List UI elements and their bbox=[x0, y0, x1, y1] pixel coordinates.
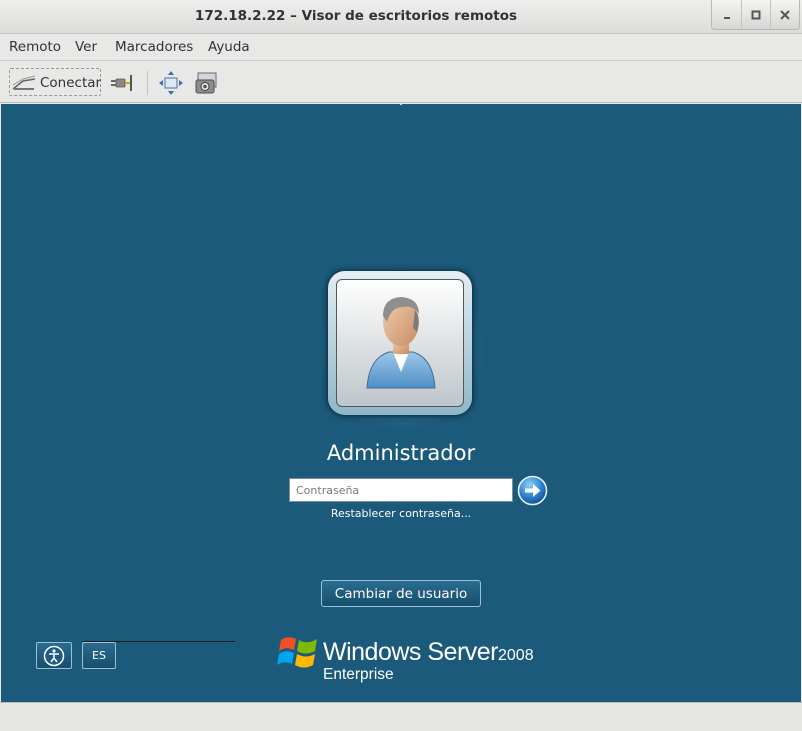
menu-ver[interactable]: Ver bbox=[75, 39, 97, 55]
minimize-button[interactable] bbox=[712, 0, 741, 29]
maximize-icon bbox=[751, 10, 761, 20]
toolbar: Conectar bbox=[0, 60, 802, 103]
windows-flag-logo bbox=[277, 637, 317, 668]
language-button[interactable]: ES bbox=[82, 642, 116, 669]
user-name: Administrador bbox=[326, 441, 476, 465]
close-button[interactable] bbox=[770, 0, 799, 29]
statusbar bbox=[0, 702, 802, 731]
window-controls bbox=[711, 0, 800, 30]
close-icon bbox=[780, 10, 790, 20]
user-tile[interactable] bbox=[327, 270, 473, 416]
product-name: Windows Server2008 bbox=[323, 638, 534, 667]
menu-marcadores[interactable]: Marcadores bbox=[115, 39, 193, 55]
minimize-icon bbox=[723, 17, 730, 19]
maximize-button[interactable] bbox=[741, 0, 770, 29]
remote-cursor-marker bbox=[400, 104, 402, 105]
menu-ayuda[interactable]: Ayuda bbox=[208, 39, 250, 55]
remote-desktop-view[interactable]: Administrador Restablecer contraseña... … bbox=[1, 104, 801, 702]
connect-label: Conectar bbox=[40, 75, 102, 91]
ease-of-access-icon bbox=[43, 645, 65, 666]
user-avatar-icon bbox=[366, 297, 436, 389]
disconnect-plug-icon[interactable] bbox=[108, 70, 134, 96]
ease-of-access-button[interactable] bbox=[36, 642, 72, 669]
product-edition: Enterprise bbox=[323, 666, 394, 683]
window-title: 172.18.2.22 – Visor de escritorios remot… bbox=[194, 8, 518, 24]
menu-remoto[interactable]: Remoto bbox=[9, 39, 61, 55]
screenshot-icon[interactable] bbox=[194, 70, 220, 96]
window-titlebar: 172.18.2.22 – Visor de escritorios remot… bbox=[0, 0, 802, 34]
product-version: 2008 bbox=[498, 647, 534, 664]
toolbar-separator bbox=[147, 71, 148, 95]
user-picture-frame bbox=[336, 279, 464, 407]
product-brand: Windows Server bbox=[323, 638, 499, 666]
password-field[interactable] bbox=[289, 478, 513, 502]
reset-password-link[interactable]: Restablecer contraseña... bbox=[251, 507, 551, 520]
connect-icon bbox=[12, 75, 36, 90]
connect-button[interactable]: Conectar bbox=[9, 68, 101, 96]
switch-user-button[interactable]: Cambiar de usuario bbox=[321, 580, 481, 607]
submit-arrow-icon[interactable] bbox=[517, 475, 548, 506]
fullscreen-icon[interactable] bbox=[158, 70, 184, 96]
menubar: Remoto Ver Marcadores Ayuda bbox=[0, 34, 802, 60]
